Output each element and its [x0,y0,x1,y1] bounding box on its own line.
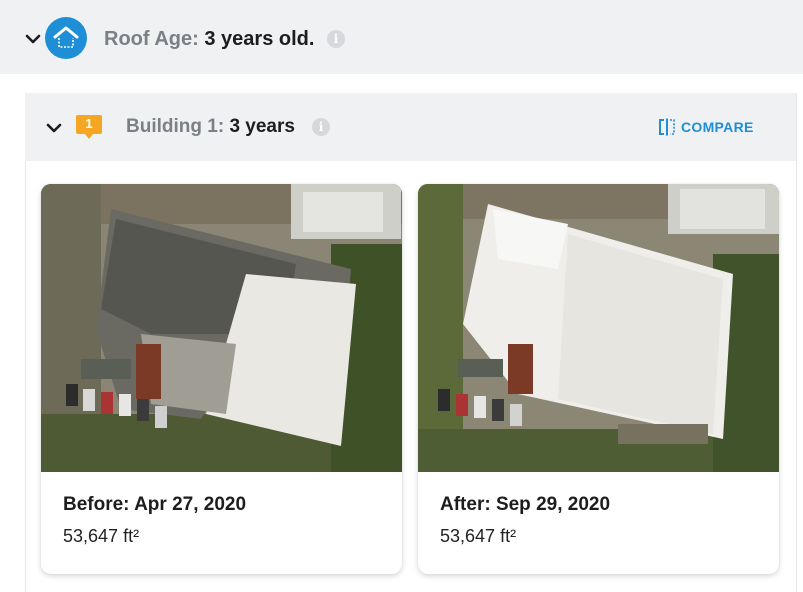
compare-icon [659,118,675,136]
roof-age-title: Roof Age: [104,28,199,50]
roof-age-value: 3 years old. [204,28,315,50]
compare-label: COMPARE [681,119,754,135]
before-area-value: 53,647 [63,526,119,546]
after-area: 53,647 ft² [440,526,516,547]
badge-number: 1 [85,116,93,131]
aerial-image-before[interactable] [41,184,402,472]
info-icon[interactable]: i [312,118,330,136]
aerial-image-after[interactable] [418,184,779,472]
after-image-card[interactable]: After: Sep 29, 2020 53,647 ft² [418,184,779,574]
after-area-unit: ft² [500,526,517,546]
building-label: Building 1: 3 years [126,114,295,140]
before-area-unit: ft² [123,526,140,546]
building-age-value: 3 years [229,116,295,137]
before-date: Before: Apr 27, 2020 [63,494,247,515]
after-area-value: 53,647 [440,526,496,546]
roof-age-label: Roof Age: 3 years old. [104,25,314,53]
before-image-card[interactable]: Before: Apr 27, 2020 53,647 ft² [41,184,402,574]
after-date: After: Sep 29, 2020 [440,494,611,515]
house-icon [45,17,87,59]
compare-button[interactable]: COMPARE [658,116,754,138]
speech-badge-icon: 1 [75,113,103,141]
chevron-down-icon[interactable] [24,30,42,48]
chevron-down-icon[interactable] [45,119,63,137]
before-area: 53,647 ft² [63,526,139,547]
info-icon[interactable]: i [327,30,345,48]
building-title: Building 1: [126,116,225,137]
